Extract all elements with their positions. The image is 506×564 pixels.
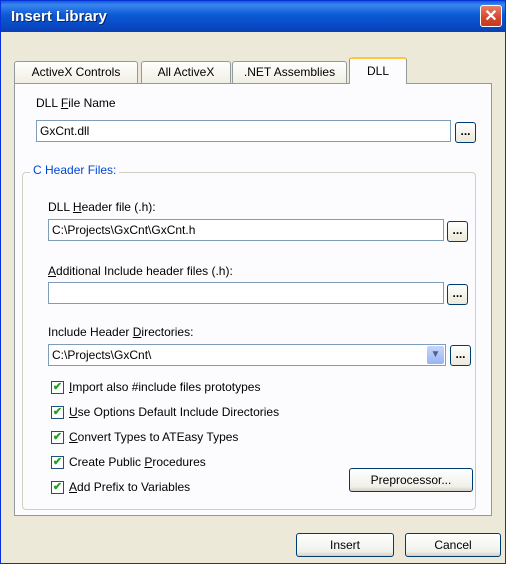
chevron-down-icon[interactable]: ▼ [427, 346, 444, 364]
option-label: Use Options Default Include Directories [69, 405, 280, 419]
cancel-button[interactable]: Cancel [405, 533, 501, 557]
preprocessor-button[interactable]: Preprocessor... [349, 468, 473, 492]
additional-include-input[interactable] [48, 282, 444, 304]
option-label: Add Prefix to Variables [69, 480, 191, 494]
insert-button[interactable]: Insert [296, 533, 394, 557]
option-label: Import also #include files prototypes [69, 380, 261, 394]
checkbox-import-prototypes[interactable]: ✔ [51, 381, 64, 394]
option-label: Create Public Procedures [69, 455, 206, 469]
dll-header-browse-button[interactable]: ... [447, 221, 468, 242]
dll-header-file-input[interactable]: C:\Projects\GxCnt\GxCnt.h [48, 219, 444, 241]
additional-include-label: Additional Include header files (.h): [48, 264, 233, 278]
c-header-files-title: C Header Files: [30, 163, 120, 177]
dll-file-browse-button[interactable]: ... [455, 122, 476, 143]
checkbox-prefix-variables[interactable]: ✔ [51, 481, 64, 494]
checkbox-default-include-dirs[interactable]: ✔ [51, 406, 64, 419]
checkbox-public-procedures[interactable]: ✔ [51, 456, 64, 469]
additional-include-browse-button[interactable]: ... [447, 284, 468, 305]
include-directories-label: Include Header Directories: [48, 325, 194, 339]
dll-file-name-label: DLL File Name [36, 96, 116, 110]
include-directories-value: C:\Projects\GxCnt\ [52, 348, 152, 362]
option-label: Convert Types to ATEasy Types [69, 430, 239, 444]
dll-header-file-label: DLL Header file (.h): [48, 200, 156, 214]
include-directories-browse-button[interactable]: ... [450, 345, 471, 366]
checkbox-convert-types[interactable]: ✔ [51, 431, 64, 444]
include-directories-combo[interactable]: C:\Projects\GxCnt\ ▼ [48, 344, 446, 366]
dll-file-name-input[interactable]: GxCnt.dll [36, 120, 451, 142]
